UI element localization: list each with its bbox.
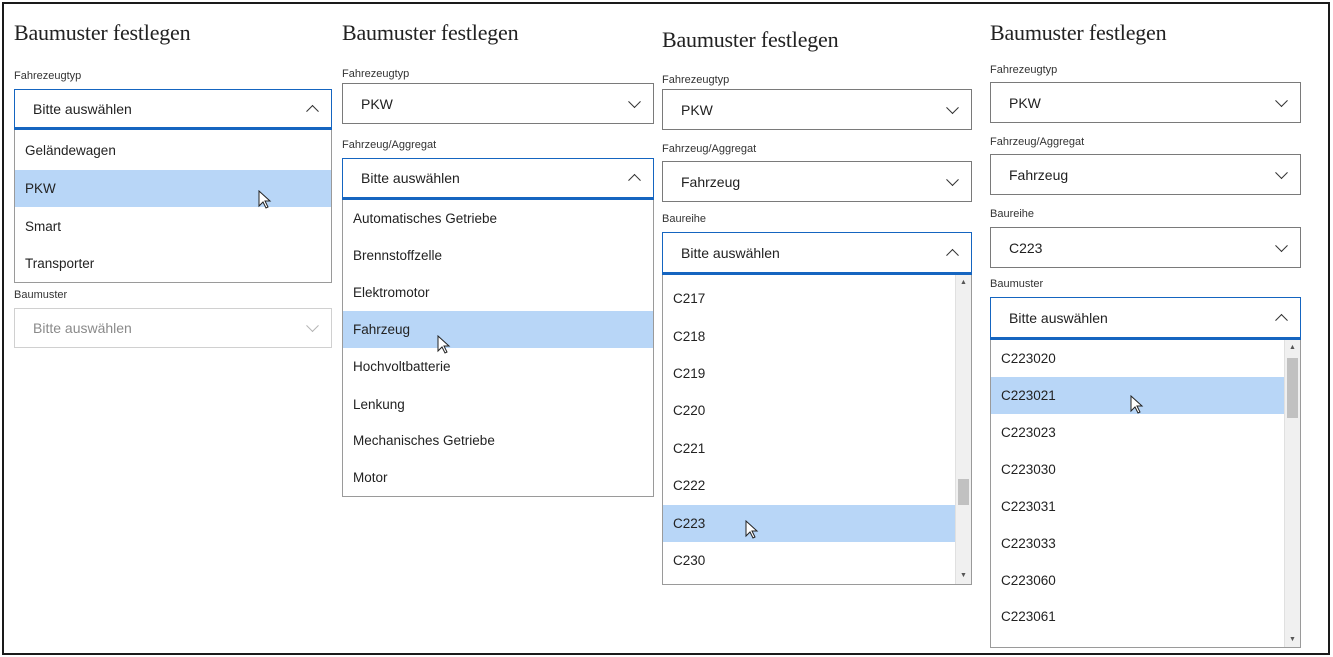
- option-c223020[interactable]: C223020: [991, 340, 1284, 377]
- mouse-pointer-icon: [258, 190, 272, 209]
- option-c219[interactable]: C219: [663, 355, 955, 392]
- option-c223061[interactable]: C223061: [991, 598, 1284, 635]
- aggregate-label: Fahrzeug/Aggregat: [990, 136, 1085, 148]
- scrollbar-thumb[interactable]: [1287, 358, 1298, 418]
- vehicle-type-value: Bitte auswählen: [33, 100, 132, 117]
- option-c217[interactable]: C217: [663, 280, 955, 317]
- scroll-up-arrow-icon[interactable]: ▲: [956, 277, 971, 289]
- vehicle-type-value: PKW: [681, 101, 713, 118]
- aggregate-value: Fahrzeug: [681, 173, 741, 190]
- page-title: Baumuster festlegen: [14, 20, 191, 45]
- model-select[interactable]: Bitte auswählen: [990, 297, 1301, 340]
- option-c223-highlighted[interactable]: C223: [663, 505, 955, 542]
- vehicle-type-label: Fahrezeugtyp: [342, 68, 410, 80]
- option-hochvoltbatterie[interactable]: Hochvoltbatterie: [343, 348, 653, 385]
- option-c223033[interactable]: C223033: [991, 525, 1284, 562]
- option-lenkung[interactable]: Lenkung: [343, 386, 653, 423]
- option-mechanisches-getriebe[interactable]: Mechanisches Getriebe: [343, 422, 653, 459]
- series-label: Baureihe: [990, 208, 1035, 220]
- mouse-pointer-icon: [1130, 395, 1144, 414]
- option-elektromotor[interactable]: Elektromotor: [343, 274, 653, 311]
- model-value: Bitte auswählen: [1009, 309, 1108, 326]
- aggregate-select[interactable]: Fahrzeug: [662, 161, 972, 202]
- option-c221[interactable]: C221: [663, 430, 955, 467]
- vehicle-type-label: Fahrezeugtyp: [14, 70, 82, 82]
- mouse-pointer-icon: [745, 520, 759, 539]
- vehicle-type-label: Fahrezeugtyp: [662, 74, 730, 86]
- series-select[interactable]: C223: [990, 227, 1301, 268]
- series-label: Baureihe: [662, 213, 707, 225]
- vehicle-type-select[interactable]: PKW: [662, 89, 972, 130]
- aggregate-value: Fahrzeug: [1009, 166, 1069, 183]
- model-label: Baumuster: [14, 289, 68, 301]
- option-c218[interactable]: C218: [663, 318, 955, 355]
- aggregate-dropdown: Automatisches Getriebe Brennstoffzelle E…: [342, 200, 654, 497]
- option-c223031[interactable]: C223031: [991, 488, 1284, 525]
- option-c223060[interactable]: C223060: [991, 562, 1284, 599]
- series-dropdown: C217 C218 C219 C220 C221 C222 C223 C230 …: [662, 275, 972, 585]
- aggregate-label: Fahrzeug/Aggregat: [662, 143, 757, 155]
- option-fahrzeug-highlighted[interactable]: Fahrzeug: [343, 311, 653, 348]
- page-title: Baumuster festlegen: [662, 27, 839, 52]
- scroll-down-arrow-icon[interactable]: ▼: [956, 570, 971, 582]
- aggregate-select[interactable]: Fahrzeug: [990, 154, 1301, 195]
- scrollbar-thumb[interactable]: [958, 479, 969, 505]
- option-transporter[interactable]: Transporter: [15, 245, 331, 282]
- option-pkw-highlighted[interactable]: PKW: [15, 170, 331, 207]
- page-title: Baumuster festlegen: [990, 20, 1167, 45]
- vehicle-type-select[interactable]: PKW: [990, 82, 1301, 123]
- aggregate-select[interactable]: Bitte auswählen: [342, 158, 654, 200]
- option-gelaendewagen[interactable]: Geländewagen: [15, 132, 331, 169]
- series-select[interactable]: Bitte auswählen: [662, 232, 972, 275]
- scroll-up-arrow-icon[interactable]: ▲: [1285, 342, 1300, 354]
- vehicle-type-select[interactable]: Bitte auswählen: [14, 89, 332, 130]
- aggregate-value: Bitte auswählen: [361, 170, 460, 186]
- page-title: Baumuster festlegen: [342, 20, 519, 45]
- series-value: Bitte auswählen: [681, 244, 780, 261]
- option-c223030[interactable]: C223030: [991, 451, 1284, 488]
- vehicle-type-value: PKW: [1009, 94, 1041, 111]
- model-scrollbar[interactable]: ▲ ▼: [1284, 340, 1300, 647]
- model-label: Baumuster: [990, 278, 1044, 290]
- option-c223023[interactable]: C223023: [991, 414, 1284, 451]
- model-select-disabled: Bitte auswählen: [14, 308, 332, 348]
- option-c220[interactable]: C220: [663, 392, 955, 429]
- option-c222[interactable]: C222: [663, 467, 955, 504]
- vehicle-type-dropdown: Geländewagen PKW Smart Transporter: [14, 130, 332, 283]
- option-automatisches-getriebe[interactable]: Automatisches Getriebe: [343, 200, 653, 237]
- series-scrollbar[interactable]: ▲ ▼: [955, 275, 971, 584]
- model-dropdown: C223020 C223021 C223023 C223030 C223031 …: [990, 340, 1301, 648]
- vehicle-type-value: PKW: [361, 95, 393, 112]
- option-brennstoffzelle[interactable]: Brennstoffzelle: [343, 237, 653, 274]
- option-smart[interactable]: Smart: [15, 208, 331, 245]
- model-value: Bitte auswählen: [33, 320, 132, 336]
- scroll-down-arrow-icon[interactable]: ▼: [1285, 634, 1300, 646]
- series-value: C223: [1009, 239, 1043, 256]
- option-motor[interactable]: Motor: [343, 459, 653, 496]
- vehicle-type-select[interactable]: PKW: [342, 83, 654, 124]
- aggregate-label: Fahrzeug/Aggregat: [342, 139, 437, 151]
- option-c230[interactable]: C230: [663, 542, 955, 579]
- mouse-pointer-icon: [437, 335, 451, 354]
- vehicle-type-label: Fahrezeugtyp: [990, 64, 1058, 76]
